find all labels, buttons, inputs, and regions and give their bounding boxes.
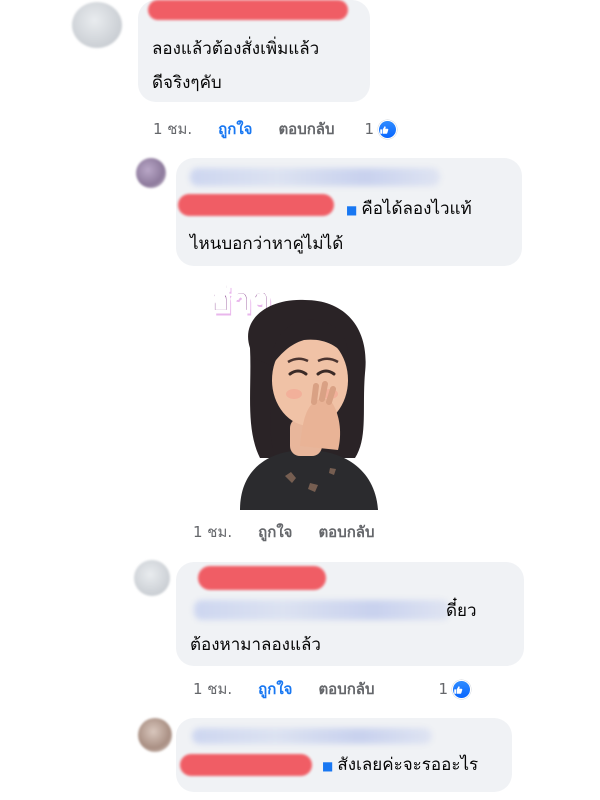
- comment-text-line: ■ สังเลยค่ะจะรออะไร: [190, 748, 498, 783]
- reaction-count: 1: [438, 680, 449, 698]
- redacted-author-name: [190, 168, 440, 186]
- comment-text: สังเลยค่ะจะรออะไร: [337, 755, 479, 775]
- redacted-author-name: [148, 0, 348, 20]
- mention-dot: ■: [346, 203, 358, 217]
- mention-dot: ■: [322, 759, 334, 773]
- thumbs-up-icon[interactable]: [452, 679, 472, 699]
- comment-bubble: ดี๋ยว ต้องหามาลองแล้ว: [176, 562, 524, 666]
- thumbs-up-icon[interactable]: [378, 119, 398, 139]
- avatar[interactable]: [72, 2, 122, 48]
- reply-button[interactable]: ตอบกลับ: [318, 520, 374, 544]
- avatar[interactable]: [138, 718, 172, 752]
- comment-text-line: ■ คือได้ลองไวแท้: [190, 192, 508, 227]
- comment-text-line: ลองแล้วต้องสั่งเพิ่มแล้ว: [152, 39, 320, 59]
- comment-bubble: ■ คือได้ลองไวแท้ ไหนบอกว่าหาคู่ไม่ได้: [176, 158, 522, 266]
- comment-actions: 1 ชม. ถูกใจ ตอบกลับ 1: [193, 677, 472, 701]
- comment-text-line: ต้องหามาลองแล้ว: [190, 635, 321, 655]
- like-button[interactable]: ถูกใจ: [258, 677, 292, 701]
- like-button[interactable]: ถูกใจ: [258, 520, 292, 544]
- redacted-author-name: [192, 728, 432, 744]
- reply-button[interactable]: ตอบกลับ: [278, 117, 334, 141]
- like-button[interactable]: ถูกใจ: [218, 117, 252, 141]
- comment-time: 1 ชม.: [153, 120, 193, 138]
- comment-time: 1 ชม.: [193, 680, 233, 698]
- avatar[interactable]: [134, 560, 170, 596]
- comment-text: ดี๋ยว: [446, 601, 477, 621]
- comment-time: 1 ชม.: [193, 523, 233, 541]
- comment-text-line: ไหนบอกว่าหาคู่ไม่ได้: [190, 234, 344, 254]
- comment-text-line: ดีจริงๆคับ: [152, 73, 222, 93]
- comment-text: คือได้ลองไวแท้: [361, 199, 472, 219]
- comment-text-line: ดี๋ยว: [190, 594, 510, 628]
- reaction-count: 1: [364, 120, 375, 138]
- redacted-author-name: [198, 566, 326, 590]
- avatar[interactable]: [136, 158, 166, 188]
- reply-button[interactable]: ตอบกลับ: [318, 677, 374, 701]
- sticker-image[interactable]: [230, 278, 382, 510]
- comment-actions: 1 ชม. ถูกใจ ตอบกลับ: [193, 520, 405, 544]
- comment-bubble: ■ สังเลยค่ะจะรออะไร: [176, 718, 512, 792]
- comment-actions: 1 ชม. ถูกใจ ตอบกลับ 1: [153, 117, 398, 141]
- comment-bubble: ลองแล้วต้องสั่งเพิ่มแล้ว ดีจริงๆคับ: [138, 0, 370, 102]
